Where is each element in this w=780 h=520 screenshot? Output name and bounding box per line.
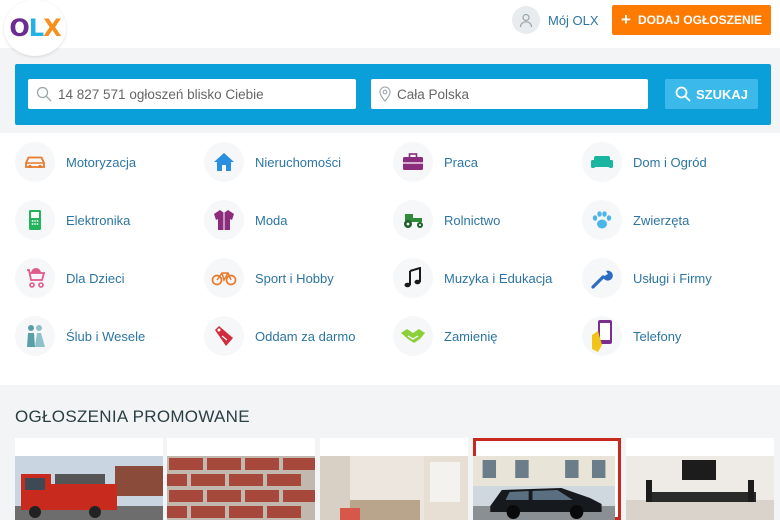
category-slub-i-wesele[interactable]: Ślub i Wesele [15,316,145,356]
category-rolnictwo[interactable]: Rolnictwo [393,200,500,240]
jacket-icon [204,200,244,240]
category-label: Motoryzacja [66,154,137,170]
category-label: Telefony [633,328,682,344]
music-note-icon [393,258,433,298]
sofa-icon [582,142,622,182]
category-dla-dzieci[interactable]: Dla Dzieci [15,258,125,298]
category-grid: Motoryzacja Nieruchomości Praca Dom i Og… [0,133,780,385]
category-label: Muzyka i Edukacja [444,270,553,286]
my-olx-link[interactable]: Mój OLX [512,6,599,34]
top-header: OLX Mój OLX + DODAJ OGŁOSZENIE [0,0,780,56]
promoted-card-brick-wall[interactable] [167,438,315,520]
category-uslugi-i-firmy[interactable]: Usługi i Firmy [582,258,712,298]
category-moda[interactable]: Moda [204,200,288,240]
category-label: Sport i Hobby [255,270,334,286]
category-label: Nieruchomości [255,154,341,170]
wedding-couple-icon [15,316,55,356]
briefcase-icon [393,142,433,182]
tow-truck-photo [15,456,163,520]
category-label: Oddam za darmo [255,328,356,344]
search-button-label: SZUKAJ [695,86,748,102]
category-telefony[interactable]: Telefony [582,316,681,356]
category-motoryzacja[interactable]: Motoryzacja [15,142,136,182]
category-zwierzeta[interactable]: Zwierzęta [582,200,689,240]
category-label: Praca [444,154,478,170]
promoted-card-tow-truck[interactable] [15,438,163,520]
living-room-tv-photo [626,456,774,520]
plus-icon: + [621,10,631,29]
paw-icon [582,200,622,240]
smartphone-hand-icon [582,316,622,356]
add-listing-label: DODAJ OGŁOSZENIE [637,13,762,27]
category-zamienie[interactable]: Zamienię [393,316,497,356]
search-button[interactable]: SZUKAJ [665,79,758,109]
car-icon [15,142,55,182]
category-label: Moda [255,212,288,228]
category-muzyka-i-edukacja[interactable]: Muzyka i Edukacja [393,258,552,298]
category-praca[interactable]: Praca [393,142,478,182]
house-icon [204,142,244,182]
handshake-icon [393,316,433,356]
room-interior-photo [320,456,468,520]
promoted-section-title: OGŁOSZENIA PROMOWANE [15,407,250,426]
promoted-card-room-interior[interactable] [320,438,468,520]
user-avatar-icon [512,6,540,34]
black-car-photo [473,456,615,520]
category-sport-i-hobby[interactable]: Sport i Hobby [204,258,334,298]
category-label: Zwierzęta [633,212,690,228]
promoted-card-living-room[interactable] [626,438,774,520]
category-label: Dom i Ogród [633,154,707,170]
category-label: Usługi i Firmy [633,270,712,286]
category-label: Dla Dzieci [66,270,125,286]
category-label: Elektronika [66,212,131,228]
location-input[interactable] [397,86,648,102]
logo-letter-x: X [43,14,61,42]
search-query-input[interactable] [58,86,356,102]
category-dom-i-ogrod[interactable]: Dom i Ogród [582,142,707,182]
logo-letter-l: L [28,14,44,42]
category-elektronika[interactable]: Elektronika [15,200,130,240]
category-label: Ślub i Wesele [66,328,146,344]
promoted-card-black-car[interactable] [473,438,621,520]
category-oddam-za-darmo[interactable]: Oddam za darmo [204,316,355,356]
search-button-icon [675,86,691,102]
add-listing-button[interactable]: + DODAJ OGŁOSZENIE [612,5,771,35]
stroller-icon [15,258,55,298]
brick-wall-photo [167,456,315,520]
search-query-field[interactable] [28,79,356,109]
phone-icon [15,200,55,240]
category-nieruchomosci[interactable]: Nieruchomości [204,142,341,182]
location-pin-icon [379,86,391,102]
wrench-icon [582,258,622,298]
category-label: Rolnictwo [444,212,501,228]
tractor-icon [393,200,433,240]
search-icon [36,86,52,102]
category-label: Zamienię [444,328,498,344]
price-tag-icon [204,316,244,356]
location-field[interactable] [371,79,648,109]
my-olx-label: Mój OLX [548,12,599,28]
logo-letter-o: O [9,14,29,42]
bicycle-icon [204,258,244,298]
olx-logo[interactable]: OLX [4,0,66,56]
search-bar: SZUKAJ [15,64,771,125]
